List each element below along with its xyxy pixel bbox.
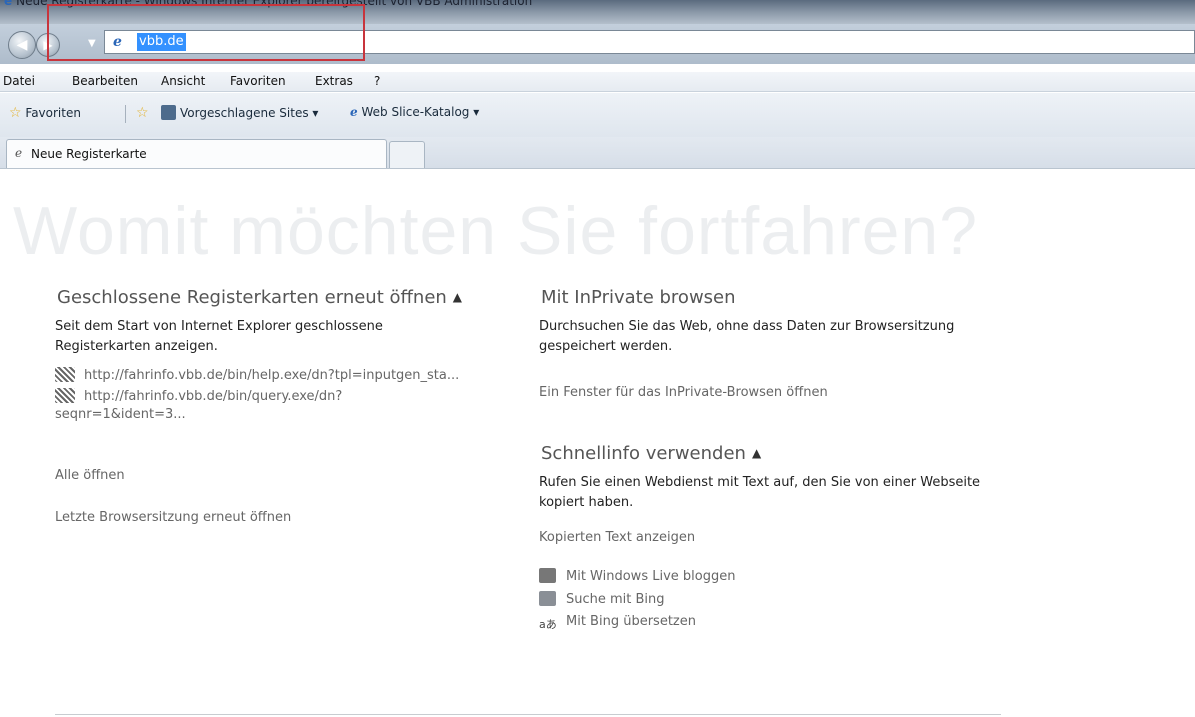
- closed-tab-icon: [55, 388, 75, 403]
- blog-windows-live-link[interactable]: Mit Windows Live bloggen: [539, 568, 735, 584]
- closed-tabs-description: Seit dem Start von Internet Explorer ges…: [55, 319, 383, 354]
- open-inprivate-link[interactable]: Ein Fenster für das InPrivate-Browsen öf…: [539, 385, 828, 400]
- back-button[interactable]: ◀: [8, 31, 36, 59]
- tab-bar: e Neue Registerkarte: [0, 137, 1195, 169]
- menu-help[interactable]: ?: [374, 74, 380, 88]
- accelerators-description: Rufen Sie einen Webdienst mit Text auf, …: [539, 475, 981, 510]
- menu-bar: Datei Bearbeiten Ansicht Favoriten Extra…: [0, 72, 1195, 92]
- closed-tab-url-1: http://fahrinfo.vbb.de/bin/help.exe/dn?t…: [84, 368, 460, 383]
- menu-ansicht[interactable]: Ansicht: [161, 74, 205, 88]
- favorites-star-icon: ☆: [9, 105, 22, 121]
- web-slice-gallery-button[interactable]: e Web Slice-Katalog ▾: [350, 105, 479, 119]
- ie-page-icon: e: [350, 105, 358, 119]
- collapse-caret-icon[interactable]: ▲: [453, 290, 462, 304]
- menu-favoriten[interactable]: Favoriten: [230, 74, 286, 88]
- inprivate-description: Durchsuchen Sie das Web, ohne dass Daten…: [539, 319, 955, 354]
- ie-logo-icon: e: [4, 0, 13, 8]
- translate-bing-label: Mit Bing übersetzen: [566, 614, 696, 629]
- open-all-link[interactable]: Alle öffnen: [55, 468, 125, 483]
- search-bing-link[interactable]: Suche mit Bing: [539, 591, 665, 607]
- blog-label: Mit Windows Live bloggen: [566, 569, 736, 584]
- add-to-favorites-bar-button[interactable]: ☆: [136, 105, 149, 121]
- suggested-sites-icon: [161, 105, 176, 120]
- closed-tabs-title[interactable]: Geschlossene Registerkarten erneut öffne…: [57, 287, 462, 308]
- bing-search-icon: [539, 591, 556, 606]
- favorites-bar: ☆ Favoriten ☆ Vorgeschlagene Sites ▾ e W…: [0, 93, 1195, 137]
- separator: [125, 105, 126, 123]
- tab-new-tab[interactable]: e Neue Registerkarte: [6, 139, 387, 168]
- footer-divider: [55, 714, 1001, 715]
- new-tab-button[interactable]: [389, 141, 425, 168]
- back-arrow-icon: ◀: [16, 37, 28, 53]
- new-tab-page: Womit möchten Sie fortfahren? Geschlosse…: [0, 170, 1195, 717]
- suggested-sites-label: Vorgeschlagene Sites: [180, 106, 309, 120]
- closed-tabs-title-text: Geschlossene Registerkarten erneut öffne…: [57, 287, 447, 308]
- translate-bing-link[interactable]: aあ Mit Bing übersetzen: [539, 614, 696, 631]
- accelerators-title-text: Schnellinfo verwenden: [541, 443, 746, 464]
- closed-tab-url-2-cont: seqnr=1&ident=3...: [55, 407, 186, 422]
- closed-tab-link-1[interactable]: http://fahrinfo.vbb.de/bin/help.exe/dn?t…: [55, 367, 459, 385]
- page-headline: Womit möchten Sie fortfahren?: [13, 193, 979, 269]
- tab-label: Neue Registerkarte: [31, 147, 147, 161]
- web-slice-label: Web Slice-Katalog: [361, 105, 470, 119]
- closed-tab-url-2: http://fahrinfo.vbb.de/bin/query.exe/dn?: [84, 389, 343, 404]
- menu-bearbeiten[interactable]: Bearbeiten: [72, 74, 138, 88]
- reopen-session-link[interactable]: Letzte Browsersitzung erneut öffnen: [55, 510, 291, 525]
- closed-tab-link-2[interactable]: http://fahrinfo.vbb.de/bin/query.exe/dn?…: [55, 388, 515, 424]
- suggested-sites-button[interactable]: Vorgeschlagene Sites ▾: [161, 105, 318, 120]
- menu-datei[interactable]: Datei: [3, 74, 35, 88]
- inprivate-title: Mit InPrivate browsen: [541, 287, 736, 308]
- add-favorite-icon: ☆: [136, 105, 149, 121]
- chevron-down-icon: ▾: [473, 105, 480, 119]
- show-copied-text-link[interactable]: Kopierten Text anzeigen: [539, 530, 695, 545]
- chevron-down-icon: ▾: [312, 106, 319, 120]
- blog-icon: [539, 568, 556, 583]
- collapse-caret-icon[interactable]: ▲: [752, 446, 761, 460]
- translate-icon: aあ: [539, 618, 557, 631]
- closed-tab-icon: [55, 367, 75, 382]
- ie-tab-icon: e: [15, 146, 23, 160]
- favorites-button[interactable]: ☆ Favoriten: [9, 105, 81, 121]
- annotation-highlight-box: [47, 4, 365, 61]
- favorites-label: Favoriten: [25, 106, 81, 120]
- menu-extras[interactable]: Extras: [315, 74, 353, 88]
- search-bing-label: Suche mit Bing: [566, 592, 665, 607]
- accelerators-title[interactable]: Schnellinfo verwenden ▲: [541, 443, 761, 464]
